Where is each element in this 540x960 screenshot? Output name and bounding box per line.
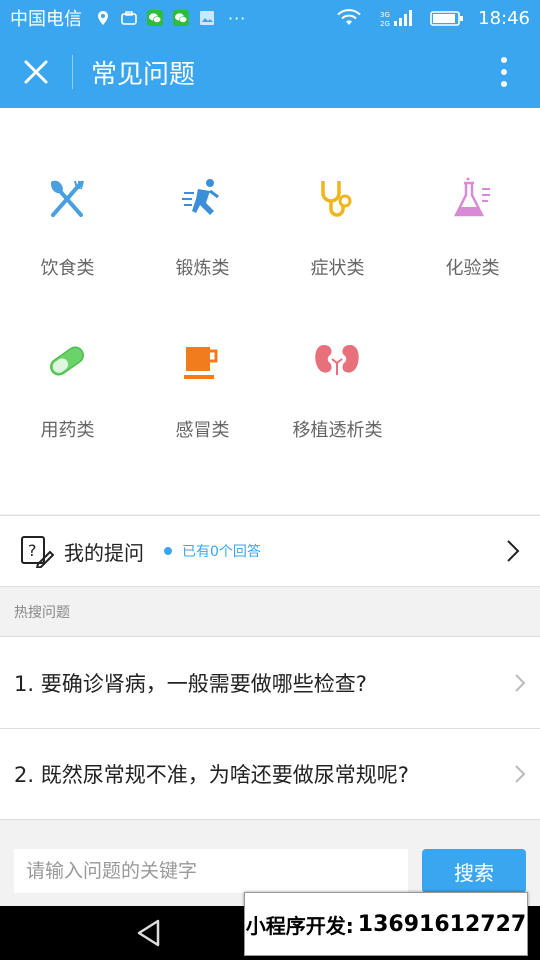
flask-icon (447, 174, 497, 224)
title-bar: 常见问题 (0, 36, 540, 108)
category-label: 症状类 (310, 258, 365, 279)
wechat-icon (172, 9, 190, 27)
wifi-icon (336, 9, 362, 27)
svg-text:2G: 2G (380, 20, 390, 27)
answer-count-status: 已有0个回答 (182, 544, 261, 560)
hot-question-item[interactable]: 1. 要确诊肾病，一般需要做哪些检查? (0, 636, 540, 728)
svg-text:3G: 3G (380, 11, 390, 19)
overflow-indicator: ··· (228, 8, 247, 28)
clock: 18:46 (478, 7, 530, 29)
stethoscope-icon (312, 174, 362, 224)
category-transplant-dialysis[interactable]: 移植透析类 (270, 336, 405, 476)
category-grid: 饮食类 锻炼类 症状类 化验类 用药类 感冒类 移植透析类 (0, 108, 540, 514)
runner-icon (177, 174, 227, 224)
category-symptoms[interactable]: 症状类 (270, 174, 405, 314)
image-icon (198, 9, 216, 27)
my-questions-row[interactable]: ? 我的提问 已有0个回答 (0, 515, 540, 587)
promo-watermark: 小程序开发: 13691612727 (244, 892, 528, 956)
page-title: 常见问题 (91, 59, 196, 90)
status-bar: 中国电信 ··· 3G 2G 18:46 (0, 0, 540, 36)
hot-question-text: 2. 既然尿常规不准，为啥还要做尿常规呢? (14, 763, 409, 787)
category-label: 锻炼类 (175, 258, 230, 279)
svg-text:?: ? (28, 541, 37, 560)
category-exercise[interactable]: 锻炼类 (135, 174, 270, 314)
cup-icon (177, 336, 227, 386)
category-cold[interactable]: 感冒类 (135, 336, 270, 476)
more-menu-button[interactable] (468, 36, 540, 108)
briefcase-icon (120, 9, 138, 27)
search-button[interactable]: 搜索 (422, 849, 526, 893)
status-dot (164, 547, 172, 555)
battery-icon (430, 9, 464, 27)
back-triangle-icon[interactable] (134, 918, 164, 948)
hot-search-list: 1. 要确诊肾病，一般需要做哪些检查? 2. 既然尿常规不准，为啥还要做尿常规呢… (0, 636, 540, 820)
close-button[interactable] (0, 36, 72, 108)
chevron-right-icon (515, 673, 526, 692)
close-icon (24, 60, 48, 84)
pill-icon (42, 336, 92, 386)
carrier-name: 中国电信 (10, 9, 82, 30)
location-icon (94, 9, 112, 27)
question-edit-icon: ? (21, 536, 54, 568)
category-diet[interactable]: 饮食类 (0, 174, 135, 314)
promo-label: 小程序开发: (245, 913, 354, 938)
more-vertical-icon (501, 57, 507, 87)
category-lab-tests[interactable]: 化验类 (405, 174, 540, 314)
chevron-right-icon (507, 540, 520, 562)
kidney-icon (312, 336, 362, 386)
wechat-icon (146, 9, 164, 27)
search-input[interactable] (14, 849, 408, 893)
chevron-right-icon (515, 765, 526, 783)
category-medication[interactable]: 用药类 (0, 336, 135, 476)
fork-knife-icon (42, 174, 92, 224)
category-label: 移植透析类 (292, 420, 383, 441)
promo-phone: 13691612727 (357, 911, 527, 937)
hot-question-item[interactable]: 2. 既然尿常规不准，为啥还要做尿常规呢? (0, 728, 540, 820)
category-label: 感冒类 (175, 420, 230, 441)
title-divider (72, 55, 73, 89)
category-label: 饮食类 (40, 258, 95, 279)
category-label: 用药类 (40, 420, 95, 441)
hot-question-text: 1. 要确诊肾病，一般需要做哪些检查? (14, 671, 367, 696)
hot-search-header: 热搜问题 (0, 588, 540, 636)
cellular-signal-icon: 3G 2G (380, 9, 413, 27)
category-label: 化验类 (445, 258, 500, 279)
my-questions-label: 我的提问 (64, 540, 144, 565)
